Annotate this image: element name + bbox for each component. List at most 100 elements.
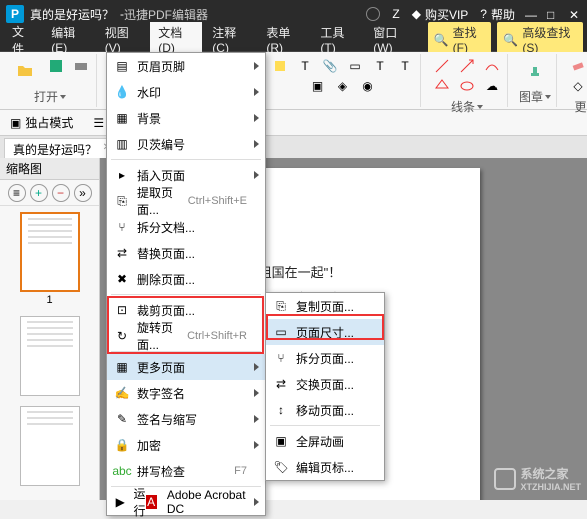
submenu-move-page[interactable]: ↕移动页面... xyxy=(266,397,384,423)
textbox-tool[interactable]: T xyxy=(294,56,316,76)
rotate-icon: ↻ xyxy=(113,327,131,345)
thumbnail-list[interactable]: 1 xyxy=(0,206,99,500)
stamp-button[interactable] xyxy=(518,56,552,86)
properties-icon: ☰ xyxy=(93,116,104,130)
watermark-logo-icon xyxy=(494,468,516,490)
close-button[interactable]: ✕ xyxy=(569,8,581,20)
zoom-in-thumb[interactable]: + xyxy=(30,184,48,202)
callout-tool[interactable]: T xyxy=(394,56,416,76)
menu-extract-page[interactable]: ⎘提取页面...Ctrl+Shift+E xyxy=(107,188,265,214)
watermark-text: 系统之家 xyxy=(520,465,581,482)
spellcheck-icon: abc xyxy=(113,462,131,480)
menu-delete-page[interactable]: ✖删除页面... xyxy=(107,266,265,292)
caret-icon xyxy=(60,95,66,99)
help-icon: ? xyxy=(480,7,487,21)
arrow-tool[interactable] xyxy=(456,56,478,76)
print-button[interactable] xyxy=(70,56,92,76)
menu-background[interactable]: ▦背景 xyxy=(107,105,265,131)
open-label: 打开 xyxy=(34,88,58,105)
menu-run[interactable]: ▶运行AAdobe Acrobat DC xyxy=(107,489,265,515)
exclusive-mode-button[interactable]: ▣独占模式 xyxy=(4,112,79,133)
minimize-button[interactable]: — xyxy=(525,8,537,20)
submenu-arrow-icon xyxy=(254,363,259,371)
menu-header-footer[interactable]: ▤页眉页脚 xyxy=(107,53,265,79)
note-tool[interactable] xyxy=(269,56,291,76)
submenu-split-page[interactable]: ⑂拆分页面... xyxy=(266,345,384,371)
submenu-page-size[interactable]: ▭页面尺寸... xyxy=(266,319,384,345)
menu-more-pages[interactable]: ▦更多页面 xyxy=(107,354,265,380)
acrobat-icon: A xyxy=(146,495,157,509)
menu-replace-page[interactable]: ⇄替换页面... xyxy=(107,240,265,266)
stamp-b[interactable]: ◈ xyxy=(332,76,354,96)
attach-tool[interactable]: 📎 xyxy=(319,56,341,76)
document-tab[interactable]: 真的是好运吗？ ✕ xyxy=(4,138,116,158)
cloud-button[interactable] xyxy=(366,7,380,21)
submenu-copy-page[interactable]: ⎘复制页面... xyxy=(266,293,384,319)
submenu-arrow-icon xyxy=(254,441,259,449)
replace-icon: ⇄ xyxy=(113,244,131,262)
bates-icon: ▥ xyxy=(113,135,131,153)
menu-separator xyxy=(111,159,261,160)
tabstrip: 真的是好运吗？ ✕ xyxy=(0,136,587,158)
pencil-tool[interactable] xyxy=(481,56,503,76)
thumbnail-page[interactable] xyxy=(6,316,93,396)
split-page-icon: ⑂ xyxy=(272,349,290,367)
maximize-button[interactable]: □ xyxy=(547,8,559,20)
lock-icon: 🔒 xyxy=(113,436,131,454)
thumb-more[interactable]: » xyxy=(74,184,92,202)
zoom-out-thumb[interactable]: − xyxy=(52,184,70,202)
copy-page-icon: ⎘ xyxy=(272,297,290,315)
label-icon: 🏷 xyxy=(272,458,290,476)
rect-tool[interactable]: ▭ xyxy=(344,56,366,76)
open-button[interactable] xyxy=(8,56,42,86)
watermark-icon: 💧 xyxy=(113,83,131,101)
eraser-tool[interactable] xyxy=(567,56,587,76)
thumbnail-page[interactable] xyxy=(6,406,93,486)
cloud-tool[interactable]: ☁ xyxy=(481,76,503,96)
stamp-a[interactable]: ▣ xyxy=(307,76,329,96)
toolgroup-shape: ☁ 线条 xyxy=(427,54,508,107)
menu-encrypt[interactable]: 🔒加密 xyxy=(107,432,265,458)
user-badge[interactable]: Z xyxy=(392,7,399,21)
toolgroup-file: 打开 xyxy=(4,54,97,107)
typewriter-tool[interactable]: T xyxy=(369,56,391,76)
submenu-fullscreen-anim[interactable]: ▣全屏动画 xyxy=(266,428,384,454)
help-button[interactable]: ?帮助 xyxy=(480,6,515,23)
toolbar: 打开 T T T ◐ ✚ ✎ 编辑内容 T 📎 ▭ T T ▣ ◈ ◉ xyxy=(0,52,587,110)
diamond-icon: ◆ xyxy=(412,7,421,21)
extract-icon: ⎘ xyxy=(113,192,131,210)
document-menu-dropdown: ▤页眉页脚 💧水印 ▦背景 ▥贝茨编号 ▸插入页面 ⎘提取页面...Ctrl+S… xyxy=(106,52,266,516)
split-icon: ⑂ xyxy=(113,218,131,236)
more-pages-icon: ▦ xyxy=(113,358,131,376)
stamp-c[interactable]: ◉ xyxy=(357,76,379,96)
header-footer-icon: ▤ xyxy=(113,57,131,75)
menu-digital-sign[interactable]: ✍数字签名 xyxy=(107,380,265,406)
shape-tool[interactable]: ◇ xyxy=(567,76,587,96)
signature-icon: ✍ xyxy=(113,384,131,402)
buy-vip-button[interactable]: ◆购买VIP xyxy=(412,6,469,23)
menu-bates[interactable]: ▥贝茨编号 xyxy=(107,131,265,157)
submenu-edit-page-label[interactable]: 🏷编辑页标... xyxy=(266,454,384,480)
menu-rotate-page[interactable]: ↻旋转页面...Ctrl+Shift+R xyxy=(107,323,265,349)
line-tool[interactable] xyxy=(431,56,453,76)
user-initial: Z xyxy=(392,7,399,21)
oval-tool[interactable] xyxy=(456,76,478,96)
thumbnail-page[interactable]: 1 xyxy=(6,212,93,306)
thumbnails-panel: 缩略图 ≡ + − » 1 xyxy=(0,158,100,500)
delete-icon: ✖ xyxy=(113,270,131,288)
line-label: 线条 xyxy=(451,98,475,115)
menu-sign-initial[interactable]: ✎签名与缩写 xyxy=(107,406,265,432)
submenu-arrow-icon xyxy=(254,389,259,397)
polygon-tool[interactable] xyxy=(431,76,453,96)
menu-watermark[interactable]: 💧水印 xyxy=(107,79,265,105)
menu-spellcheck[interactable]: abc拼写检查F7 xyxy=(107,458,265,484)
search-icon: 🔍 xyxy=(503,33,518,47)
thumb-options[interactable]: ≡ xyxy=(8,184,26,202)
submenu-swap-page[interactable]: ⇄交换页面... xyxy=(266,371,384,397)
save-button[interactable] xyxy=(45,56,67,76)
panel-header: 缩略图 xyxy=(0,158,99,180)
more-label: 更多 xyxy=(574,98,587,115)
initial-icon: ✎ xyxy=(113,410,131,428)
menu-split-doc[interactable]: ⑂拆分文档... xyxy=(107,214,265,240)
toolgroup-annot: T 📎 ▭ T T ▣ ◈ ◉ xyxy=(265,54,421,107)
